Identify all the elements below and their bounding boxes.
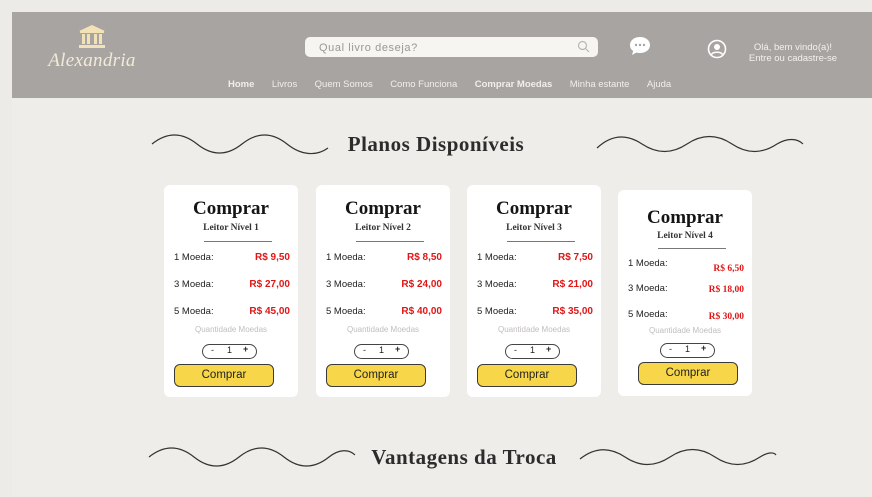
- increment-button[interactable]: +: [546, 344, 551, 354]
- price-label: 3 Moeda:: [174, 279, 214, 290]
- quantity-stepper: - 1 +: [202, 344, 257, 359]
- plan-card-4: Comprar Leitor Nível 4 1 Moeda: R$ 6,50 3…: [618, 190, 752, 396]
- plan-title: Comprar: [193, 198, 269, 219]
- price-value: R$ 8,50: [406, 252, 442, 263]
- price-label: 1 Moeda:: [477, 252, 517, 263]
- buy-button[interactable]: Comprar: [326, 364, 426, 387]
- nav-comprar-moedas[interactable]: Comprar Moedas: [475, 79, 553, 90]
- increment-button[interactable]: +: [701, 343, 706, 353]
- user-circle-icon[interactable]: [707, 39, 727, 64]
- buy-button[interactable]: Comprar: [638, 362, 738, 385]
- price-value: R$ 45,00: [249, 306, 290, 317]
- brand-name: Alexandria: [48, 50, 136, 71]
- increment-button[interactable]: +: [395, 344, 400, 354]
- plan-level: Leitor Nível 4: [657, 231, 713, 241]
- price-label: 3 Moeda:: [477, 279, 517, 290]
- price-value: R$ 7,50: [557, 252, 593, 263]
- quantity-value[interactable]: 1: [227, 345, 232, 355]
- buy-button[interactable]: Comprar: [477, 364, 577, 387]
- nav-home[interactable]: Home: [228, 79, 254, 90]
- quantity-stepper: - 1 +: [505, 344, 560, 359]
- price-row: 5 Moeda: R$ 30,00: [628, 309, 744, 322]
- price-value: R$ 35,00: [552, 306, 593, 317]
- plan-level: Leitor Nível 2: [355, 223, 411, 233]
- price-value: R$ 6,50: [713, 264, 744, 274]
- quantity-label: Quantidade Moedas: [648, 326, 722, 335]
- search-input[interactable]: [317, 39, 571, 57]
- divider: [507, 241, 575, 242]
- price-label: 1 Moeda:: [326, 252, 366, 263]
- price-row: 3 Moeda: R$ 18,00: [628, 283, 744, 295]
- brand-logo[interactable]: Alexandria: [42, 24, 142, 72]
- price-row: 1 Moeda: R$ 7,50: [477, 252, 593, 263]
- price-row: 1 Moeda: R$ 6,50: [628, 258, 744, 274]
- nav-livros[interactable]: Livros: [272, 79, 297, 90]
- divider: [204, 241, 272, 242]
- plan-card-2: Comprar Leitor Nível 2 1 Moeda: R$ 8,50 3…: [316, 185, 450, 397]
- price-value: R$ 30,00: [708, 312, 744, 322]
- login-link[interactable]: Entre ou cadastre-se: [747, 53, 839, 64]
- price-row: 1 Moeda: R$ 9,50: [174, 252, 290, 263]
- quantity-value[interactable]: 1: [379, 345, 384, 355]
- wave-divider-right: [596, 135, 804, 153]
- price-row: 3 Moeda: R$ 21,00: [477, 279, 593, 290]
- greeting-text: Olá, bem vindo(a)!: [753, 42, 833, 53]
- top-header: Alexandria Olá, bem vindo(a)! Entre ou c…: [12, 12, 872, 98]
- plan-level: Leitor Nível 1: [203, 223, 259, 233]
- plan-card-1: Comprar Leitor Nível 1 1 Moeda: R$ 9,50 3…: [164, 185, 298, 397]
- temple-icon: [79, 25, 105, 48]
- plan-level: Leitor Nível 3: [506, 223, 562, 233]
- price-value: R$ 40,00: [401, 306, 442, 317]
- account-greeting[interactable]: Olá, bem vindo(a)! Entre ou cadastre-se: [747, 42, 839, 64]
- buy-button[interactable]: Comprar: [174, 364, 274, 387]
- search-bar: [305, 37, 598, 57]
- search-icon[interactable]: [577, 40, 590, 58]
- plan-title: Comprar: [345, 198, 421, 219]
- price-label: 1 Moeda:: [628, 258, 668, 269]
- quantity-label: Quantidade Moedas: [497, 325, 571, 334]
- increment-button[interactable]: +: [243, 344, 248, 354]
- price-row: 3 Moeda: R$ 24,00: [326, 279, 442, 290]
- plan-title: Comprar: [496, 198, 572, 219]
- price-value: R$ 27,00: [249, 279, 290, 290]
- nav-quem-somos[interactable]: Quem Somos: [315, 79, 373, 90]
- main-nav: Home Livros Quem Somos Como Funciona Com…: [228, 74, 684, 90]
- chat-bubble-icon[interactable]: [628, 35, 652, 62]
- decrement-button[interactable]: -: [211, 345, 214, 355]
- price-label: 5 Moeda:: [477, 306, 517, 317]
- wave-divider-right: [579, 448, 777, 466]
- price-label: 5 Moeda:: [628, 309, 668, 320]
- price-label: 1 Moeda:: [174, 252, 214, 263]
- nav-como-funciona[interactable]: Como Funciona: [390, 79, 457, 90]
- price-label: 5 Moeda:: [174, 306, 214, 317]
- decrement-button[interactable]: -: [514, 345, 517, 355]
- price-row: 3 Moeda: R$ 27,00: [174, 279, 290, 290]
- nav-ajuda[interactable]: Ajuda: [647, 79, 671, 90]
- nav-minha-estante[interactable]: Minha estante: [570, 79, 630, 90]
- quantity-stepper: - 1 +: [660, 343, 715, 358]
- quantity-stepper: - 1 +: [354, 344, 409, 359]
- price-value: R$ 9,50: [254, 252, 290, 263]
- plan-card-3: Comprar Leitor Nível 3 1 Moeda: R$ 7,50 3…: [467, 185, 601, 397]
- quantity-value[interactable]: 1: [685, 344, 690, 354]
- price-row: 5 Moeda: R$ 40,00: [326, 306, 442, 317]
- divider: [658, 248, 726, 249]
- decrement-button[interactable]: -: [363, 345, 366, 355]
- price-row: 5 Moeda: R$ 45,00: [174, 306, 290, 317]
- quantity-label: Quantidade Moedas: [194, 325, 268, 334]
- price-value: R$ 18,00: [708, 285, 744, 295]
- quantity-label: Quantidade Moedas: [346, 325, 420, 334]
- plan-title: Comprar: [647, 207, 723, 228]
- price-label: 3 Moeda:: [628, 283, 668, 294]
- price-row: 5 Moeda: R$ 35,00: [477, 306, 593, 317]
- divider: [356, 241, 424, 242]
- quantity-value[interactable]: 1: [530, 345, 535, 355]
- price-label: 5 Moeda:: [326, 306, 366, 317]
- decrement-button[interactable]: -: [669, 344, 672, 354]
- price-value: R$ 21,00: [552, 279, 593, 290]
- price-label: 3 Moeda:: [326, 279, 366, 290]
- price-row: 1 Moeda: R$ 8,50: [326, 252, 442, 263]
- price-value: R$ 24,00: [401, 279, 442, 290]
